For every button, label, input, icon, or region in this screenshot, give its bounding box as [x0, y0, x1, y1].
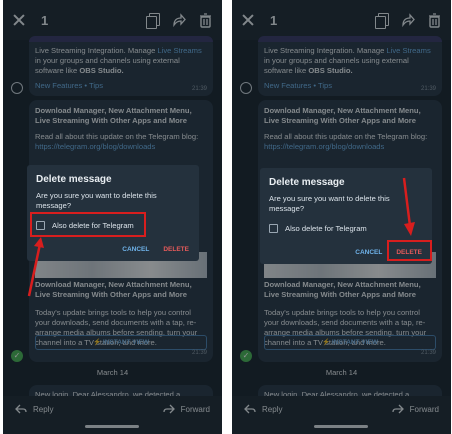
highlight-box	[30, 212, 146, 237]
arrow-icon	[402, 177, 415, 236]
highlight-box	[387, 240, 432, 261]
dialog-title: Delete message	[36, 174, 112, 185]
arrow-icon	[27, 237, 44, 297]
dialog-message: Are you sure you want to delete this mes…	[269, 194, 390, 213]
cancel-button[interactable]: CANCEL	[355, 249, 382, 256]
cancel-button[interactable]: CANCEL	[122, 246, 149, 253]
screenshot-right: 1 Live Streaming Integration. Manage Liv…	[232, 0, 451, 434]
checkbox[interactable]	[269, 224, 278, 233]
dialog-title: Delete message	[269, 177, 345, 188]
delete-button[interactable]: DELETE	[163, 246, 189, 253]
option-label: Also delete for Telegram	[285, 224, 367, 233]
screenshot-left: 1 Live Streaming Integration. Manage Liv…	[3, 0, 222, 434]
also-delete-option[interactable]: Also delete for Telegram	[269, 224, 367, 233]
dialog-message: Are you sure you want to delete this mes…	[36, 191, 157, 210]
